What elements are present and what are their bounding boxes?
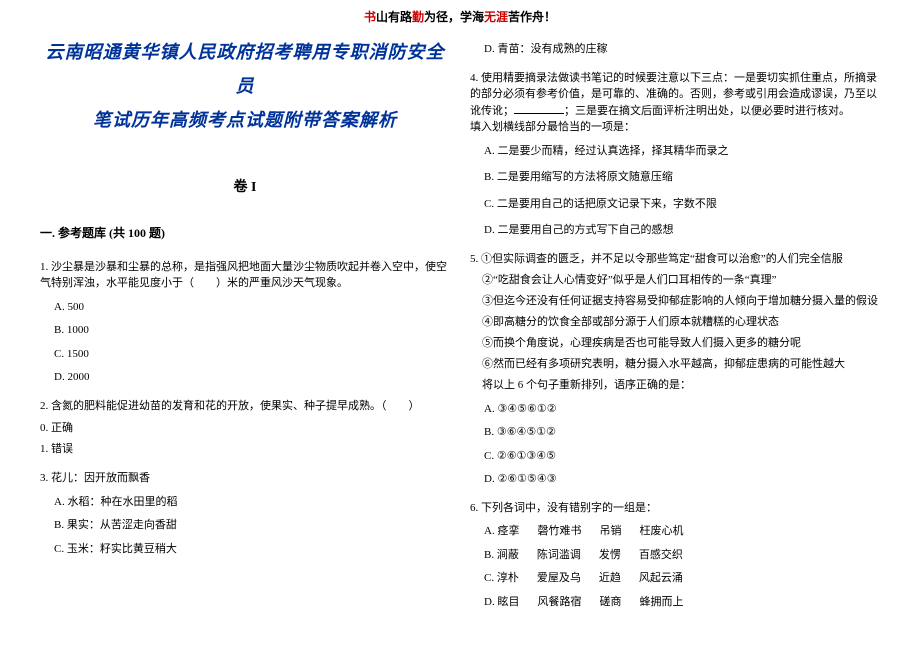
q6d-w2: 磋商	[599, 594, 621, 611]
q6d-w3: 蜂拥而上	[639, 594, 683, 611]
q6-option-d: D. 眩目 风餐路宿 磋商 蜂拥而上	[484, 594, 880, 611]
hdr-seg: 苦作舟！	[508, 10, 556, 24]
content-columns: 云南昭通黄华镇人民政府招考聘用专职消防安全员 笔试历年高频考点试题附带答案解析 …	[0, 25, 920, 617]
q6b-w3: 百感交织	[639, 547, 683, 564]
left-column: 云南昭通黄华镇人民政府招考聘用专职消防安全员 笔试历年高频考点试题附带答案解析 …	[40, 35, 450, 617]
q5-line-7: 将以上 6 个句子重新排列，语序正确的是：	[470, 377, 880, 394]
q4-option-d: D. 二是要用自己的方式写下自己的感想	[484, 222, 880, 239]
hdr-seg: 为径，学海	[424, 10, 484, 24]
q6c-w1: 爱屋及乌	[537, 570, 581, 587]
q1-option-c: C. 1500	[54, 346, 450, 363]
q3-option-c: C. 玉米：籽实比黄豆稍大	[54, 541, 450, 558]
q6a-w3: 枉废心机	[639, 523, 683, 540]
document-title: 云南昭通黄华镇人民政府招考聘用专职消防安全员 笔试历年高频考点试题附带答案解析	[40, 35, 450, 138]
q6b-lbl: B. 涧蔽	[484, 547, 519, 564]
question-5-stem: 5. ①但实际调查的匮乏，并不足以令那些笃定“甜食可以治愈”的人们完全信服 ②“…	[470, 251, 880, 394]
q5-line-4: ④即高糖分的饮食全部或部分源于人们原本就糟糕的心理状态	[470, 314, 880, 331]
title-line-2: 笔试历年高频考点试题附带答案解析	[40, 103, 450, 137]
q5-option-a: A. ③④⑤⑥①②	[484, 401, 880, 418]
q6a-w2: 吊销	[599, 523, 621, 540]
q1-option-b: B. 1000	[54, 322, 450, 339]
q6-option-a: A. 痉挛 磬竹难书 吊销 枉废心机	[484, 523, 880, 540]
volume-label: 卷 I	[40, 176, 450, 196]
q6d-w1: 风餐路宿	[537, 594, 581, 611]
q5-option-c: C. ②⑥①③④⑤	[484, 448, 880, 465]
q6a-lbl: A. 痉挛	[484, 523, 519, 540]
q1-option-d: D. 2000	[54, 369, 450, 386]
q5-option-d: D. ②⑥①⑤④③	[484, 471, 880, 488]
hdr-seg: 无涯	[484, 10, 508, 24]
q3-option-a: A. 水稻：种在水田里的稻	[54, 494, 450, 511]
page-header: 书山有路勤为径，学海无涯苦作舟！	[0, 0, 920, 25]
q5-line-1: 5. ①但实际调查的匮乏，并不足以令那些笃定“甜食可以治愈”的人们完全信服	[470, 251, 880, 268]
q2-option-false: 1. 错误	[40, 441, 450, 458]
q1-option-a: A. 500	[54, 299, 450, 316]
q6c-w2: 近趋	[599, 570, 621, 587]
q5-line-3: ③但迄今还没有任何证据支持容易受抑郁症影响的人倾向于增加糖分摄入量的假设	[470, 293, 880, 310]
q2-option-true: 0. 正确	[40, 420, 450, 437]
q4-stem-part3: 填入划横线部分最恰当的一项是：	[470, 119, 880, 136]
question-4-stem: 4. 使用精要摘录法做读书笔记的时候要注意以下三点：一是要切实抓住重点，所摘录的…	[470, 70, 880, 136]
q6b-w1: 陈词滥调	[537, 547, 581, 564]
q6-option-c: C. 淳朴 爱屋及乌 近趋 风起云涌	[484, 570, 880, 587]
q4-option-b: B. 二是要用缩写的方法将原文随意压缩	[484, 169, 880, 186]
hdr-seg: 书	[364, 10, 376, 24]
q4-option-a: A. 二是要少而精，经过认真选择，择其精华而录之	[484, 143, 880, 160]
q5-line-2: ②“吃甜食会让人心情变好”似乎是人们口耳相传的一条“真理”	[470, 272, 880, 289]
section-heading: 一. 参考题库 (共 100 题)	[40, 224, 450, 241]
question-6-stem: 6. 下列各词中，没有错别字的一组是：	[470, 500, 880, 517]
hdr-seg: 山有路	[376, 10, 412, 24]
question-1-stem: 1. 沙尘暴是沙暴和尘暴的总称，是指强风把地面大量沙尘物质吹起并卷入空中，使空气…	[40, 259, 450, 292]
q6b-w2: 发愣	[599, 547, 621, 564]
title-line-1: 云南昭通黄华镇人民政府招考聘用专职消防安全员	[40, 35, 450, 103]
q4-option-c: C. 二是要用自己的话把原文记录下来，字数不限	[484, 196, 880, 213]
right-column: D. 青苗：没有成熟的庄稼 4. 使用精要摘录法做读书笔记的时候要注意以下三点：…	[470, 35, 880, 617]
q6c-w3: 风起云涌	[639, 570, 683, 587]
q3-option-b: B. 果实：从苦涩走向香甜	[54, 517, 450, 534]
q5-line-5: ⑤而换个角度说，心理疾病是否也可能导致人们摄入更多的糖分呢	[470, 335, 880, 352]
blank-underline	[514, 103, 564, 114]
q6d-lbl: D. 眩目	[484, 594, 519, 611]
question-2-stem: 2. 含氮的肥料能促进幼苗的发育和花的开放，使果实、种子提早成熟。（ ）	[40, 398, 450, 415]
q5-line-6: ⑥然而已经有多项研究表明，糖分摄入水平越高，抑郁症患病的可能性越大	[470, 356, 880, 373]
q6-option-b: B. 涧蔽 陈词滥调 发愣 百感交织	[484, 547, 880, 564]
q4-stem-part2: ；三是要在摘文后面评析注明出处，以便必要时进行核对。	[564, 105, 850, 117]
q6c-lbl: C. 淳朴	[484, 570, 519, 587]
q5-option-b: B. ③⑥④⑤①②	[484, 424, 880, 441]
q6a-w1: 磬竹难书	[537, 523, 581, 540]
q3-option-d: D. 青苗：没有成熟的庄稼	[484, 41, 880, 58]
hdr-seg: 勤	[412, 10, 424, 24]
question-3-stem: 3. 花儿：因开放而飘香	[40, 470, 450, 487]
